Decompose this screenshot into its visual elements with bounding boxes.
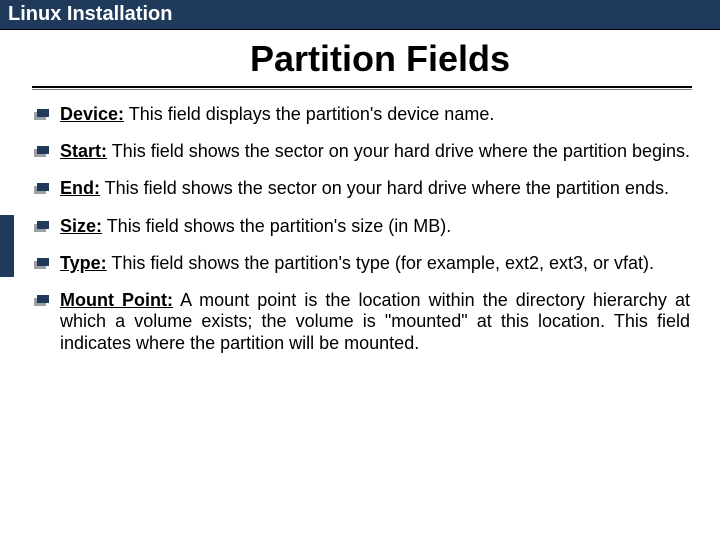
item-label: Type: — [60, 253, 107, 273]
item-desc: This field shows the sector on your hard… — [107, 141, 690, 161]
list-item: Start: This field shows the sector on yo… — [34, 141, 690, 162]
bullet-icon — [34, 258, 50, 269]
bullet-icon — [34, 221, 50, 232]
header-bar: Linux Installation — [0, 0, 720, 30]
list-item: Size: This field shows the partition's s… — [34, 216, 690, 237]
item-text: Start: This field shows the sector on yo… — [60, 141, 690, 162]
bullet-icon — [34, 183, 50, 194]
header-title: Linux Installation — [8, 3, 172, 25]
sidebar-accent — [0, 215, 14, 277]
list-item: End: This field shows the sector on your… — [34, 178, 690, 199]
item-label: Device: — [60, 104, 124, 124]
title-underline — [32, 86, 692, 90]
item-desc: This field displays the partition's devi… — [124, 104, 494, 124]
page-title: Partition Fields — [0, 38, 720, 80]
item-label: Mount Point: — [60, 290, 173, 310]
item-desc: This field shows the partition's type (f… — [107, 253, 654, 273]
item-text: End: This field shows the sector on your… — [60, 178, 690, 199]
list-item: Type: This field shows the partition's t… — [34, 253, 690, 274]
item-label: Size: — [60, 216, 102, 236]
item-label: End: — [60, 178, 100, 198]
content-area: Device: This field displays the partitio… — [34, 104, 690, 354]
bullet-icon — [34, 295, 50, 306]
bullet-icon — [34, 146, 50, 157]
item-text: Size: This field shows the partition's s… — [60, 216, 690, 237]
item-desc: This field shows the partition's size (i… — [102, 216, 451, 236]
item-text: Mount Point: A mount point is the locati… — [60, 290, 690, 354]
item-label: Start: — [60, 141, 107, 161]
item-desc: This field shows the sector on your hard… — [100, 178, 669, 198]
bullet-icon — [34, 109, 50, 120]
list-item: Device: This field displays the partitio… — [34, 104, 690, 125]
item-text: Type: This field shows the partition's t… — [60, 253, 690, 274]
item-text: Device: This field displays the partitio… — [60, 104, 690, 125]
list-item: Mount Point: A mount point is the locati… — [34, 290, 690, 354]
